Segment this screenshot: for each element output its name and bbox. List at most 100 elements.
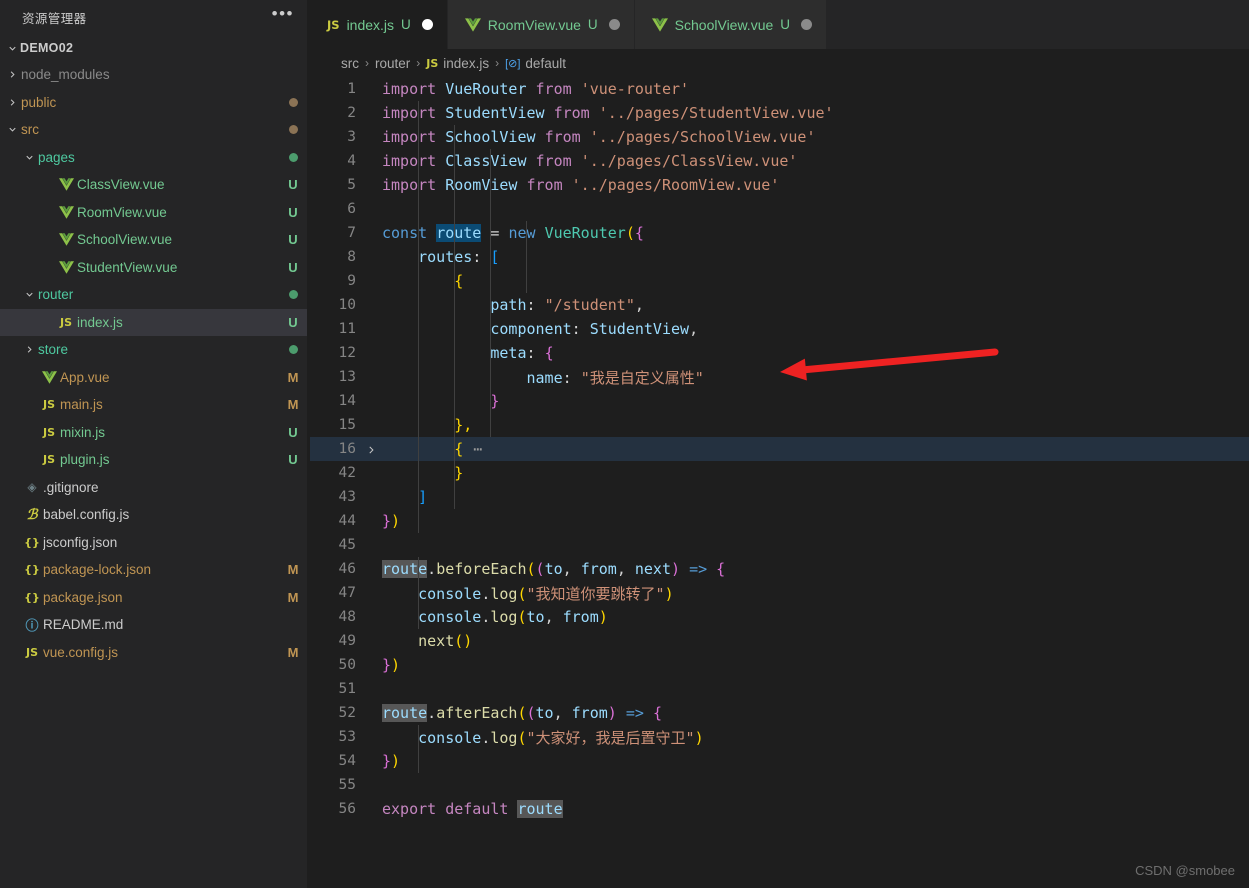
tree-item-label: App.vue (60, 369, 110, 385)
tree-item-classview-vue[interactable]: ClassView.vue U (0, 171, 310, 199)
tree-item-jsconfig-json[interactable]: {} jsconfig.json (0, 529, 310, 557)
line-number: 11 (338, 321, 356, 337)
code-line[interactable]: 52 route.afterEach((to, from) => { (310, 701, 1249, 725)
line-number: 49 (338, 633, 356, 649)
tree-item-main-js[interactable]: JS main.js M (0, 391, 310, 419)
code-line[interactable]: 50}) (310, 653, 1249, 677)
code-editor[interactable]: 1 import VueRouter from 'vue-router' 2 impo… (310, 77, 1249, 888)
tree-item-public[interactable]: public (0, 89, 310, 117)
code-line[interactable]: 53 console.log("大家好，我是后置守卫") (310, 725, 1249, 749)
line-number: 47 (338, 585, 356, 601)
code-line[interactable]: 42 } (310, 461, 1249, 485)
code-line[interactable]: 16 { ⋯ (310, 437, 1249, 461)
code-line[interactable]: 4 import ClassView from '../pages/ClassVi… (310, 149, 1249, 173)
code-line-content: { ⋯ (454, 440, 484, 458)
breadcrumb-item-default[interactable]: [⊘] default (505, 56, 566, 71)
chevron-down-icon[interactable] (4, 124, 21, 135)
tree-item-mixin-js[interactable]: JS mixin.js U (0, 419, 310, 447)
tree-item-src[interactable]: src (0, 116, 310, 144)
tree-item-label: node_modules (21, 67, 110, 83)
breadcrumb-item-router[interactable]: router (375, 56, 410, 71)
tree-item-router[interactable]: router (0, 281, 310, 309)
code-line[interactable]: 47 console.log("我知道你要跳转了") (310, 581, 1249, 605)
code-line[interactable]: 3 import SchoolView from '../pages/School… (310, 125, 1249, 149)
code-line[interactable]: 9 { (310, 269, 1249, 293)
code-line[interactable]: 48 console.log(to, from) (310, 605, 1249, 629)
git-status-badge: U (276, 315, 310, 330)
code-line[interactable]: 55 (310, 773, 1249, 797)
git-status-letter: M (287, 397, 299, 413)
breadcrumb-item-index-js[interactable]: JS index.js (426, 56, 489, 71)
ellipsis-icon[interactable]: ••• (272, 5, 294, 27)
editor-tab-close-dirty-icon[interactable] (421, 19, 433, 30)
git-status-badge: M (276, 397, 310, 412)
vscode-window: 资源管理器 ••• DEMO02 node_modules public src pa… (0, 0, 1249, 888)
git-status-badge: M (276, 370, 310, 385)
watermark-text: CSDN @smobee (1135, 863, 1235, 878)
code-line[interactable]: 46 route.beforeEach((to, from, next) => { (310, 557, 1249, 581)
code-line[interactable]: 45 (310, 533, 1249, 557)
git-status-badge: U (276, 260, 310, 275)
editor-tab-close-dirty-icon[interactable] (801, 19, 813, 30)
code-line[interactable]: 12 meta: { (310, 341, 1249, 365)
tree-item-label: ClassView.vue (77, 177, 165, 193)
code-line[interactable]: 43 ] (310, 485, 1249, 509)
workspace-root-row[interactable]: DEMO02 (0, 35, 310, 61)
code-line[interactable]: 1 import VueRouter from 'vue-router' (310, 77, 1249, 101)
chevron-right-icon[interactable] (4, 69, 21, 80)
js-file-icon: JS (426, 56, 439, 70)
code-line[interactable]: 51 (310, 677, 1249, 701)
code-line[interactable]: 13 name: "我是自定义属性" (310, 365, 1249, 389)
fold-chevron-right-icon[interactable] (360, 442, 382, 456)
tree-item-babel-config-js[interactable]: ℬbabel.config.js (0, 501, 310, 529)
tree-item-schoolview-vue[interactable]: SchoolView.vue U (0, 226, 310, 254)
tree-item-pages[interactable]: pages (0, 144, 310, 172)
breadcrumb-item-src[interactable]: src (341, 56, 359, 71)
code-line[interactable]: 5 import RoomView from '../pages/RoomView… (310, 173, 1249, 197)
code-line[interactable]: 10 path: "/student", (310, 293, 1249, 317)
code-line[interactable]: 56 export default route (310, 797, 1249, 821)
git-status-letter: U (288, 452, 298, 468)
editor-tab-close-dirty-icon[interactable] (608, 19, 620, 30)
code-line[interactable]: 11 component: StudentView, (310, 317, 1249, 341)
editor-tab-roomview-vue[interactable]: RoomView.vue U (447, 0, 635, 49)
code-line[interactable]: 44}) (310, 509, 1249, 533)
code-line[interactable]: 14 } (310, 389, 1249, 413)
chevron-right-icon[interactable] (4, 97, 21, 108)
tree-item-store[interactable]: store (0, 336, 310, 364)
editor-tab-schoolview-vue[interactable]: SchoolView.vue U (634, 0, 828, 49)
code-line[interactable]: 54}) (310, 749, 1249, 773)
code-line[interactable]: 15 }, (310, 413, 1249, 437)
code-line[interactable]: 8 routes: [ (310, 245, 1249, 269)
chevron-down-icon[interactable] (21, 289, 38, 300)
tree-item-index-js[interactable]: JS index.js U (0, 308, 310, 336)
git-status-letter: U (288, 204, 298, 220)
code-line[interactable]: 7 const route = new VueRouter({ (310, 221, 1249, 245)
indent-guide (418, 557, 420, 629)
tree-item-package-lock-json[interactable]: {} package-lock.json M (0, 556, 310, 584)
tree-item--gitignore[interactable]: ◈ .gitignore (0, 474, 310, 502)
indent-guide (418, 725, 420, 773)
tree-item-roomview-vue[interactable]: RoomView.vue U (0, 199, 310, 227)
code-line-content: component: StudentView, (490, 320, 699, 338)
code-line[interactable]: 2 import StudentView from '../pages/Stude… (310, 101, 1249, 125)
breadcrumb-label: index.js (443, 55, 490, 71)
code-line-content: console.log("大家好，我是后置守卫") (418, 728, 704, 747)
tree-item-label: babel.config.js (43, 507, 130, 523)
tree-item-node-modules[interactable]: node_modules (0, 61, 310, 89)
editor-tab-index-js[interactable]: JS index.js U (310, 0, 448, 49)
tree-item-app-vue[interactable]: App.vue M (0, 364, 310, 392)
tree-item-package-json[interactable]: {} package.json M (0, 584, 310, 612)
tree-item-readme-md[interactable]: ⓘ README.md (0, 611, 310, 639)
chevron-down-icon[interactable] (21, 152, 38, 163)
vue-file-icon (651, 17, 668, 32)
code-line[interactable]: 49 next() (310, 629, 1249, 653)
tree-item-label: index.js (77, 314, 123, 330)
tree-item-studentview-vue[interactable]: StudentView.vue U (0, 254, 310, 282)
tree-item-vue-config-js[interactable]: JS vue.config.js M (0, 639, 310, 667)
git-status-badge: U (276, 232, 310, 247)
tree-item-plugin-js[interactable]: JS plugin.js U (0, 446, 310, 474)
chevron-right-icon[interactable] (21, 344, 38, 355)
code-line[interactable]: 6 (310, 197, 1249, 221)
code-line-content: }) (382, 752, 401, 770)
